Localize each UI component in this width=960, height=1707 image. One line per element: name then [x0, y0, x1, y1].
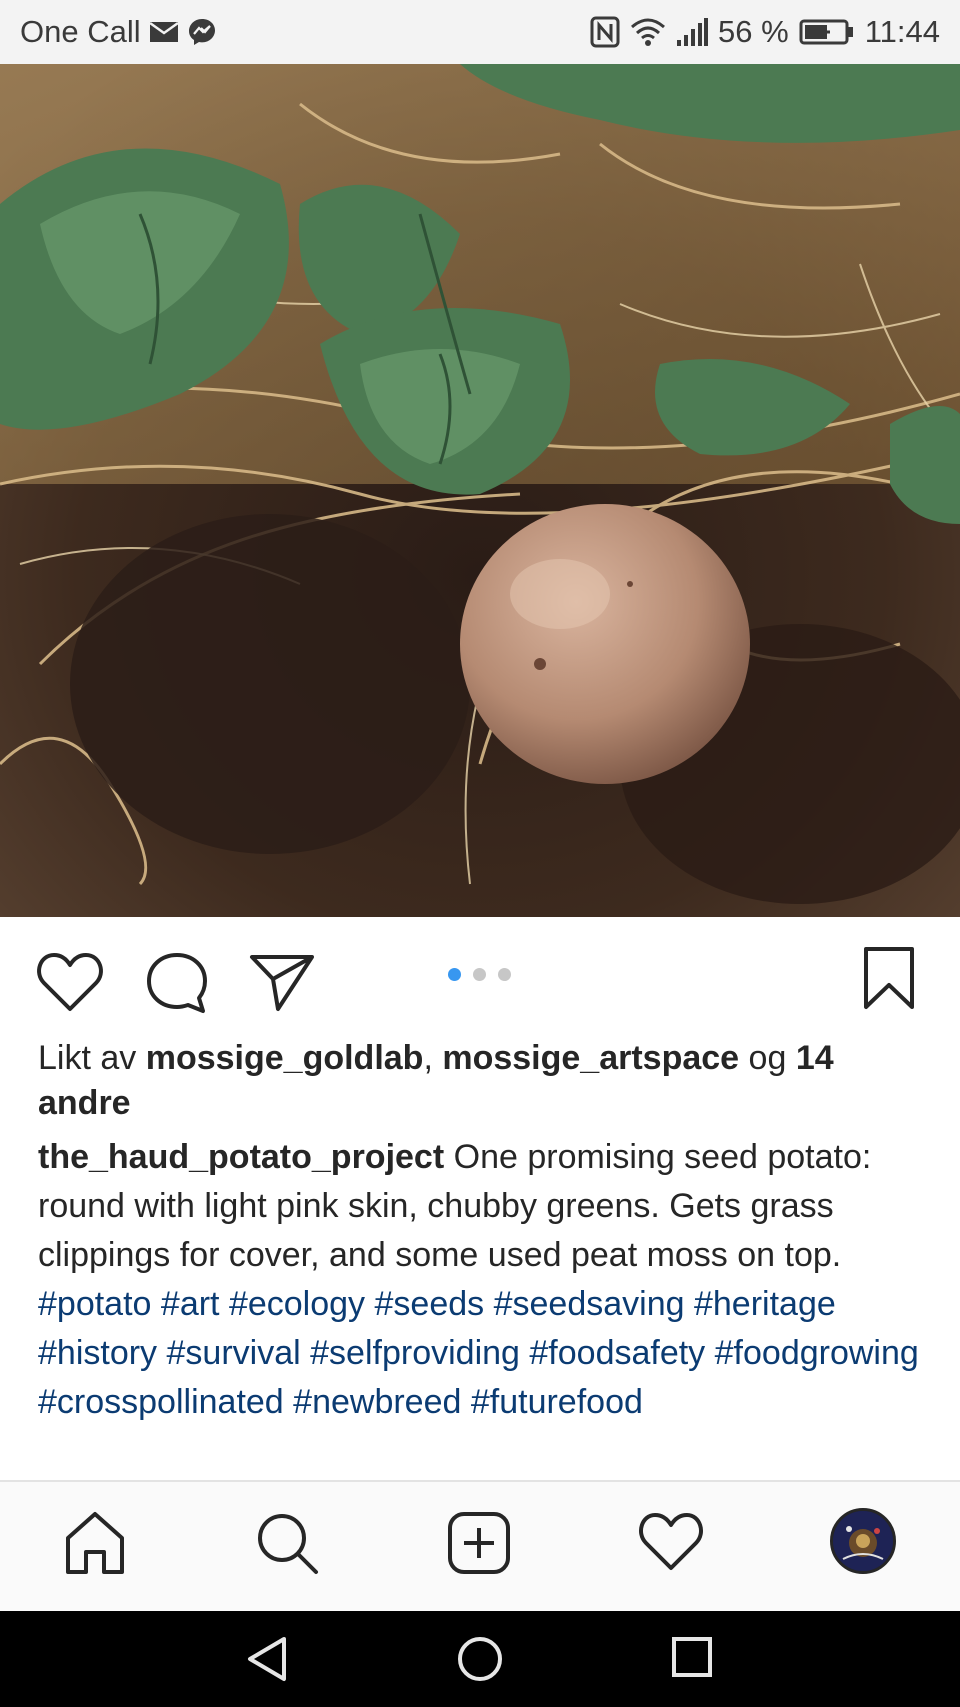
likes-prefix: Likt av: [38, 1039, 137, 1077]
post-photo[interactable]: [0, 64, 960, 917]
wifi-icon: [631, 18, 666, 46]
hashtag-link[interactable]: #ecology: [229, 1285, 365, 1323]
avatar-image: [833, 1511, 893, 1571]
hashtag-link[interactable]: #heritage: [694, 1285, 836, 1323]
hashtag-link[interactable]: #selfproviding: [310, 1334, 520, 1372]
hashtag-link[interactable]: #survival: [167, 1334, 301, 1372]
hashtag-link[interactable]: #art: [161, 1285, 220, 1323]
hashtag-link[interactable]: #foodgrowing: [715, 1334, 919, 1372]
liker-username[interactable]: mossige_artspace: [442, 1039, 739, 1077]
photo-image: [0, 64, 960, 917]
hashtag-link[interactable]: #potato: [38, 1285, 151, 1323]
liker-username[interactable]: mossige_goldlab: [146, 1039, 424, 1077]
carousel-dot: [473, 968, 486, 981]
recents-icon[interactable]: [670, 1635, 714, 1679]
comment-icon[interactable]: [145, 951, 209, 1015]
carousel-indicator: [448, 968, 511, 981]
hashtag-link[interactable]: #newbreed: [293, 1383, 461, 1421]
battery-charging-icon: [799, 19, 853, 45]
hashtag-list: #potato #art #ecology #seeds #seedsaving…: [38, 1285, 919, 1421]
mail-icon: [148, 21, 179, 42]
carousel-dot-active: [448, 968, 461, 981]
system-navigation-bar: [0, 1611, 960, 1707]
heart-icon[interactable]: [36, 951, 104, 1013]
back-icon[interactable]: [244, 1635, 292, 1683]
status-bar: One Call 56 % 11:44: [0, 0, 960, 64]
carrier-name: One Call: [20, 14, 141, 49]
search-icon[interactable]: [254, 1510, 320, 1576]
bottom-navigation: [0, 1480, 960, 1611]
hashtag-link[interactable]: #foodsafety: [529, 1334, 705, 1372]
profile-avatar[interactable]: [830, 1508, 896, 1574]
home-circle-icon[interactable]: [456, 1635, 504, 1683]
messenger-icon: [188, 19, 215, 45]
send-icon[interactable]: [248, 951, 316, 1013]
hashtag-link[interactable]: #seeds: [375, 1285, 485, 1323]
carousel-dot: [498, 968, 511, 981]
hashtag-link[interactable]: #crosspollinated: [38, 1383, 284, 1421]
battery-percent: 56 %: [718, 14, 789, 49]
hashtag-link[interactable]: #history: [38, 1334, 157, 1372]
post-caption: the_haud_potato_project One promising se…: [38, 1133, 928, 1427]
likes-conjunction: og: [748, 1039, 787, 1077]
signal-icon: [677, 18, 709, 46]
likes-line[interactable]: Likt av mossige_goldlab, mossige_artspac…: [38, 1036, 918, 1126]
hashtag-link[interactable]: #seedsaving: [494, 1285, 685, 1323]
bookmark-icon[interactable]: [862, 945, 916, 1011]
activity-heart-icon[interactable]: [638, 1510, 704, 1572]
add-post-icon[interactable]: [446, 1510, 512, 1576]
caption-username[interactable]: the_haud_potato_project: [38, 1138, 444, 1176]
nfc-icon: [590, 16, 620, 48]
clock: 11:44: [864, 14, 940, 49]
hashtag-link[interactable]: #futurefood: [471, 1383, 643, 1421]
home-icon[interactable]: [62, 1510, 128, 1576]
